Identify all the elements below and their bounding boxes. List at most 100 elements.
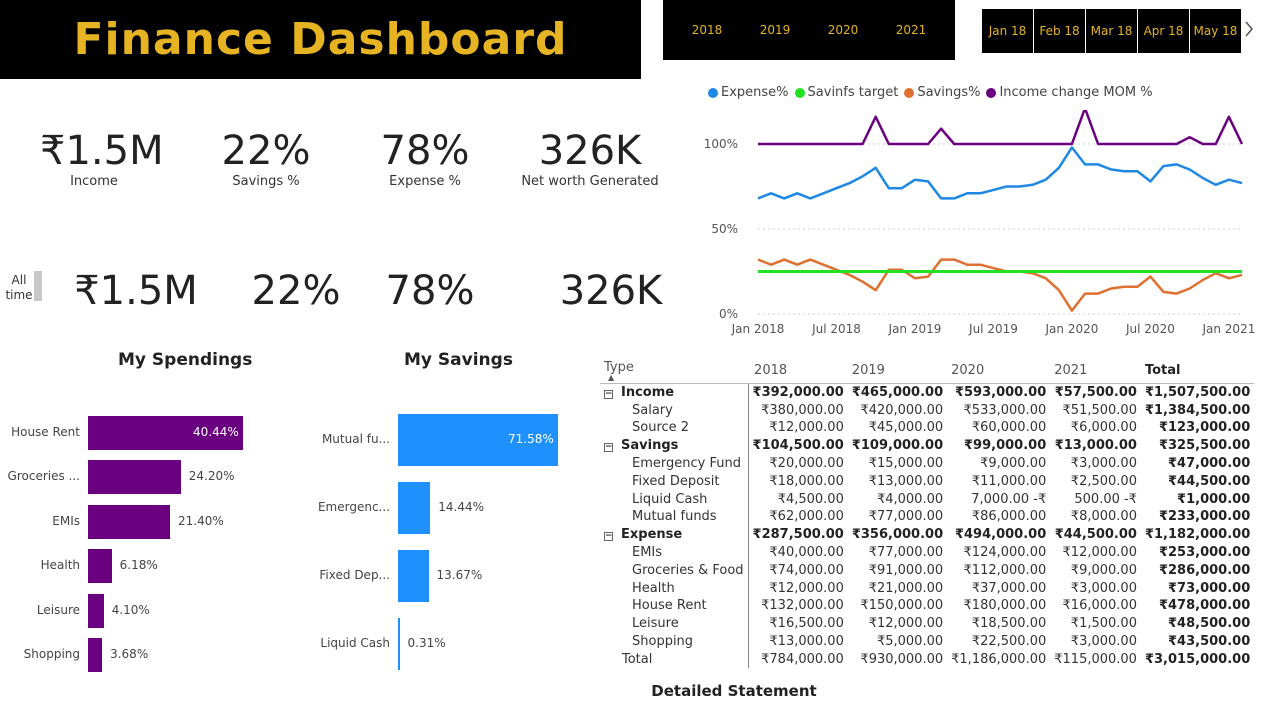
table-cell: ₹1,500.00 (1070, 616, 1137, 632)
month-option[interactable]: Jan 18 (982, 9, 1033, 53)
table-cell: ₹73,000.00 (1168, 580, 1251, 596)
bar-label: Leisure (36, 602, 80, 617)
table-cell: ₹533,000.00 (963, 402, 1047, 418)
table-cell: ₹494,000.00 (954, 527, 1047, 543)
legend-item[interactable]: Savinfs target (794, 85, 898, 100)
series-line-savings-[interactable] (757, 258, 1243, 312)
row-name: Leisure (600, 615, 748, 633)
table-cell: ₹2,500.00 (1070, 473, 1137, 489)
table-cell: ₹16,000.00 (1062, 598, 1137, 614)
bar[interactable] (398, 618, 400, 670)
bar[interactable] (88, 504, 171, 539)
col-header-2021[interactable]: 2021 (1050, 358, 1141, 384)
table-cell: 7,000.00 -₹ (971, 491, 1047, 507)
table-cell: ₹420,000.00 (860, 402, 944, 418)
year-option-2018[interactable]: 2018 (692, 23, 723, 37)
row-name: Health (600, 579, 748, 597)
row-name[interactable]: − Income (600, 384, 748, 402)
col-header-2020[interactable]: 2020 (947, 358, 1051, 384)
kpi-income-label: Income (70, 174, 118, 189)
bar[interactable] (398, 482, 431, 534)
table-cell: ₹47,000.00 (1168, 456, 1251, 472)
month-option[interactable]: Apr 18 (1138, 9, 1189, 53)
table-row: Salary ₹380,000.00 ₹420,000.00 ₹533,000.00 ₹… (600, 401, 1254, 420)
collapse-icon[interactable]: − (604, 532, 613, 542)
row-label: House Rent (632, 598, 707, 614)
table-group-row: − Expense ₹287,500.00 ₹356,000.00 ₹494,000.0… (600, 525, 1254, 544)
table-cell: ₹478,000.00 (1158, 598, 1251, 614)
collapse-icon[interactable]: − (604, 390, 613, 400)
table-cell: ₹44,500.00 (1054, 527, 1137, 543)
bar-value-label: 24.20% (188, 469, 235, 484)
month-option[interactable]: Feb 18 (1034, 9, 1085, 53)
row-label: Source 2 (632, 420, 690, 436)
legend-item[interactable]: Income change MOM % (986, 85, 1153, 100)
month-option[interactable]: May 18 (1190, 9, 1241, 53)
table-cell: ₹57,500.00 (1054, 385, 1137, 401)
bar-label: Liquid Cash (320, 636, 390, 650)
row-name[interactable]: − Expense (600, 526, 748, 544)
table-row: House Rent ₹132,000.00 ₹150,000.00 ₹180,000… (600, 597, 1254, 615)
detailed-statement-table: Type ▲ 2018 2019 2020 2021 Total − Income ₹… (600, 358, 1255, 669)
bar[interactable] (398, 550, 429, 602)
legend-item[interactable]: Savings% (904, 85, 980, 100)
bar[interactable] (88, 460, 181, 495)
table-cell: ₹132,000.00 (747, 597, 848, 615)
kpi-networth: 326K Net worth Generated (519, 128, 661, 189)
kpi-alltime-savings: 22% (251, 268, 341, 314)
kpi-alltime-networth: 326K (559, 268, 663, 314)
y-tick-label: 0% (719, 307, 738, 321)
year-option-2021[interactable]: 2021 (896, 23, 927, 37)
series-line-expense-[interactable] (757, 146, 1243, 200)
table-cell: ₹11,000.00 (971, 473, 1047, 489)
row-label: Expense (621, 527, 683, 543)
row-label: Income (621, 385, 675, 401)
table-cell: ₹3,000.00 (1070, 580, 1137, 596)
table-cell: ₹60,000.00 (971, 420, 1047, 436)
table-cell: ₹99,000.00 (964, 438, 1047, 454)
bar-value-label: 3.68% (110, 647, 149, 661)
row-name[interactable]: − Savings (600, 437, 748, 455)
legend-label: Income change MOM % (999, 85, 1153, 100)
series-line-income-change-mom-[interactable] (758, 110, 1244, 146)
bar-label: Shopping (23, 647, 80, 661)
month-option[interactable]: Mar 18 (1086, 9, 1137, 53)
chevron-right-icon[interactable] (1244, 19, 1254, 43)
kpi-alltime-expense: 78% (385, 268, 475, 314)
row-name: Groceries & Food (600, 561, 748, 579)
bar-label: Fixed Dep... (319, 568, 390, 582)
table-header-row: Type ▲ 2018 2019 2020 2021 Total (600, 358, 1255, 384)
collapse-icon[interactable]: − (604, 443, 613, 453)
table-cell: ₹593,000.00 (954, 385, 1047, 401)
col-header-total[interactable]: Total (1140, 358, 1255, 384)
row-name: Salary (600, 401, 748, 419)
bar[interactable] (88, 593, 104, 628)
kpi-alltime-income: ₹1.5M (74, 268, 198, 314)
kpi-savings-value: 22% (221, 128, 311, 174)
kpi-networth-label: Net worth Generated (521, 174, 659, 189)
table-total-row: Total ₹784,000.00 ₹930,000.00 ₹1,186,000.00… (600, 650, 1254, 669)
legend-item[interactable]: Expense% (708, 85, 789, 100)
all-time-scrollbar[interactable] (34, 271, 42, 301)
year-option-2020[interactable]: 2020 (828, 23, 859, 37)
table-cell: ₹124,000.00 (963, 545, 1047, 561)
table-row: Groceries & Food ₹74,000.00 ₹91,000.00 ₹112… (600, 561, 1254, 580)
bar-value-label: 21.40% (178, 513, 224, 528)
bar[interactable] (88, 549, 112, 584)
col-header-2018[interactable]: 2018 (748, 358, 848, 384)
bar-value-label: 13.67% (436, 568, 483, 582)
table-cell: ₹123,000.00 (1158, 420, 1251, 436)
bar[interactable] (88, 638, 103, 672)
table-row: Leisure ₹16,500.00 ₹12,000.00 ₹18,500.00 ₹1,… (600, 614, 1254, 633)
x-tick-label: Jul 2020 (1125, 322, 1175, 336)
table-cell: ₹18,500.00 (971, 616, 1047, 632)
col-header-type[interactable]: Type ▲ (600, 358, 749, 384)
year-option-2019[interactable]: 2019 (760, 23, 791, 37)
table-cell: ₹8,000.00 (1070, 509, 1137, 525)
kpi-savings: 22% Savings % (212, 128, 320, 189)
row-label: Savings (621, 438, 679, 454)
table-cell: ₹286,000.00 (1158, 562, 1251, 578)
col-header-2019[interactable]: 2019 (847, 358, 948, 384)
table-cell: ₹44,500.00 (1168, 473, 1251, 489)
table-cell: ₹112,000.00 (963, 562, 1047, 578)
